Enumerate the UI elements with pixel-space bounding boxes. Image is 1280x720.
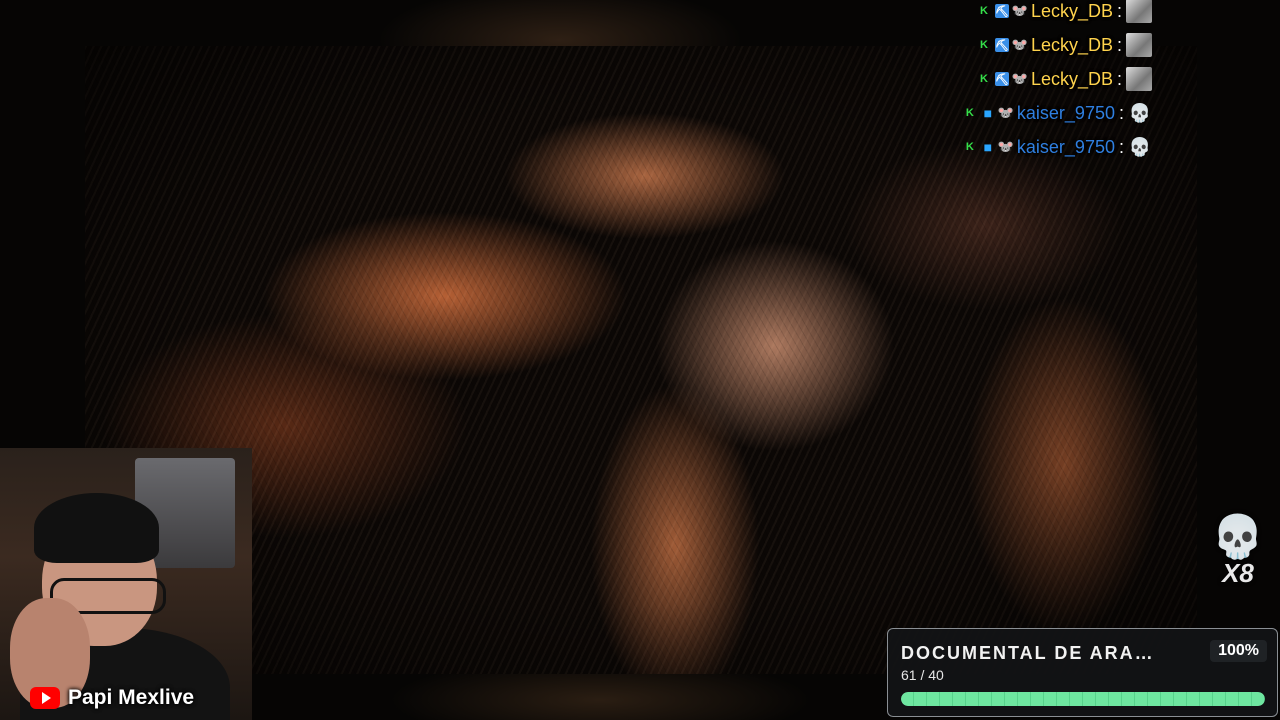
pickaxe-icon: ⛏ [994, 72, 1009, 86]
chat-separator: : [1118, 136, 1124, 157]
chat-message: K ■ 🐭 kaiser_9750 : 💀 [792, 130, 1152, 164]
face-emote [1126, 67, 1152, 91]
chat-message: K ■ 🐭 kaiser_9750 : 💀 [792, 96, 1152, 130]
chat-username: kaiser_9750 [1016, 102, 1115, 123]
skull-emote: 💀 [1128, 102, 1152, 123]
pickaxe-icon: ⛏ [994, 4, 1009, 18]
k-icon: K [979, 5, 988, 17]
progress-percent-badge: 100% [1210, 640, 1267, 662]
chat-message: K ⛏ 🐭 Lecky_DB : [792, 0, 1152, 28]
webcam-streamer-cap [34, 493, 159, 563]
streamer-name: Papi Mexlive [68, 686, 195, 709]
skull-icon: 💀 [1211, 513, 1265, 560]
chat-message: K ⛏ 🐭 Lecky_DB : [792, 28, 1152, 62]
cube-icon: ■ [983, 105, 993, 121]
progress-card: DOCUMENTAL DE ARA… 100% 61 / 40 [887, 628, 1278, 717]
mouse-icon: 🐭 [1011, 37, 1029, 52]
mouse-icon: 🐭 [997, 105, 1014, 120]
chat-separator: : [1118, 102, 1124, 123]
k-icon: K [965, 107, 974, 119]
progress-track [901, 692, 1265, 706]
chat-separator: : [1116, 34, 1122, 55]
progress-title: DOCUMENTAL DE ARA… [901, 643, 1155, 663]
chat-overlay: K ⛏ 🐭 Lecky_DB : K ⛏ 🐭 Lecky_DB : K ⛏ 🐭 … [792, 0, 1152, 164]
skull-multiplier: X8 [1222, 558, 1254, 588]
progress-count: 61 / 40 [901, 667, 944, 683]
k-icon: K [979, 39, 988, 51]
chat-username: kaiser_9750 [1016, 136, 1115, 157]
mouse-icon: 🐭 [1011, 3, 1029, 18]
k-icon: K [965, 141, 974, 153]
pickaxe-icon: ⛏ [994, 38, 1009, 52]
chat-separator: : [1116, 0, 1122, 21]
chat-username: Lecky_DB [1030, 68, 1113, 89]
chat-username: Lecky_DB [1030, 34, 1113, 55]
cube-icon: ■ [983, 139, 993, 155]
webcam-feed [0, 448, 252, 720]
mouse-icon: 🐭 [997, 139, 1014, 154]
chat-username: Lecky_DB [1030, 0, 1113, 21]
chat-separator: : [1116, 68, 1122, 89]
face-emote [1126, 0, 1152, 23]
skull-emote: 💀 [1128, 136, 1152, 157]
youtube-icon [30, 687, 60, 709]
face-emote [1126, 33, 1152, 57]
chat-message: K ⛏ 🐭 Lecky_DB : [792, 62, 1152, 96]
stream-stage: K ⛏ 🐭 Lecky_DB : K ⛏ 🐭 Lecky_DB : K ⛏ 🐭 … [0, 0, 1280, 720]
skull-counter: 💀 X8 [1210, 514, 1266, 594]
progress-fill [901, 692, 1265, 706]
mouse-icon: 🐭 [1011, 71, 1029, 86]
streamer-tag: Papi Mexlive [30, 686, 194, 710]
k-icon: K [979, 73, 988, 85]
